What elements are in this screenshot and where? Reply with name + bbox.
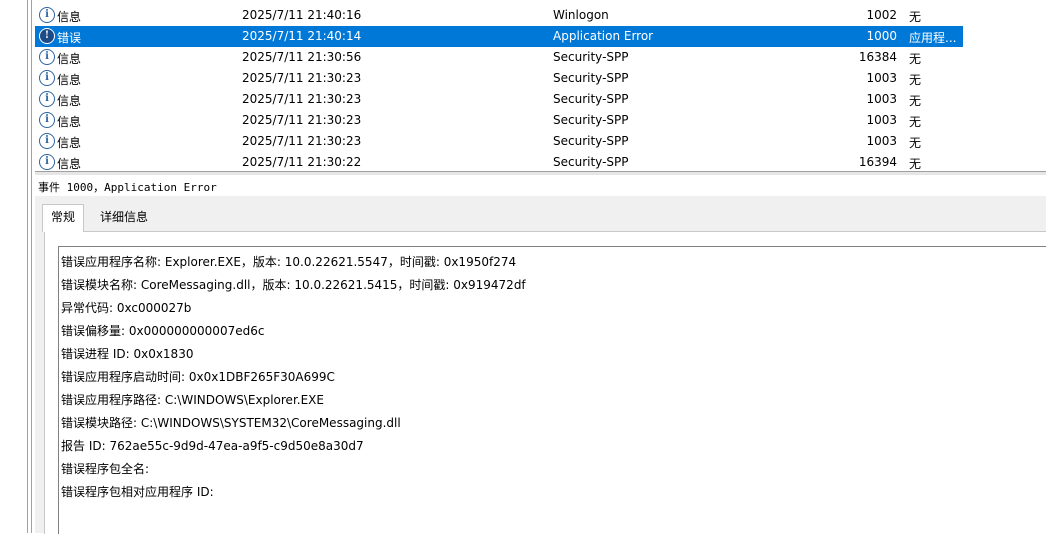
event-row[interactable]: i 信息 2025/7/11 21:30:23 Security-SPP 100… bbox=[35, 110, 963, 131]
event-row[interactable]: i 信息 2025/7/11 21:40:16 Winlogon 1002 无 bbox=[35, 5, 963, 26]
info-icon: i bbox=[39, 133, 55, 149]
message-line: 错误程序包全名: bbox=[61, 462, 150, 476]
event-date: 2025/7/11 21:40:16 bbox=[242, 8, 362, 22]
message-line: 错误应用程序名称: Explorer.EXE，版本: 10.0.22621.55… bbox=[61, 255, 517, 269]
event-id: 16394 bbox=[858, 155, 897, 169]
event-task-category: 无 bbox=[909, 52, 922, 66]
event-source: Application Error bbox=[553, 29, 654, 43]
event-level: 错误 bbox=[57, 31, 82, 45]
event-level: 信息 bbox=[57, 157, 82, 171]
message-line: 错误偏移量: 0x000000000007ed6c bbox=[61, 324, 265, 338]
event-level: 信息 bbox=[57, 52, 82, 66]
event-list: i 信息 2025/7/11 21:40:16 Winlogon 1002 无 … bbox=[35, 0, 1046, 172]
event-id: 1003 bbox=[866, 113, 897, 127]
event-date: 2025/7/11 21:30:23 bbox=[242, 134, 362, 148]
message-line: 错误应用程序路径: C:\WINDOWS\Explorer.EXE bbox=[61, 393, 324, 407]
message-line: 错误进程 ID: 0x0x1830 bbox=[61, 347, 194, 361]
pane-splitter[interactable] bbox=[35, 171, 1046, 175]
message-line: 报告 ID: 762ae55c-9d9d-47ea-a9f5-c9d50e8a3… bbox=[61, 439, 364, 453]
tab-details[interactable]: 详细信息 bbox=[92, 205, 157, 230]
event-task-category: 无 bbox=[909, 115, 922, 129]
event-row[interactable]: i 信息 2025/7/11 21:30:23 Security-SPP 100… bbox=[35, 89, 963, 110]
event-task-category: 无 bbox=[909, 94, 922, 108]
event-date: 2025/7/11 21:30:23 bbox=[242, 71, 362, 85]
event-row[interactable]: i 信息 2025/7/11 21:30:23 Security-SPP 100… bbox=[35, 68, 963, 89]
event-date: 2025/7/11 21:30:23 bbox=[242, 113, 362, 127]
event-row[interactable]: i 信息 2025/7/11 21:30:22 Security-SPP 163… bbox=[35, 152, 963, 172]
info-icon: i bbox=[39, 112, 55, 128]
info-icon: i bbox=[39, 7, 55, 23]
event-date: 2025/7/11 21:40:14 bbox=[242, 29, 362, 43]
event-detail-title: 事件 1000，Application Error bbox=[38, 181, 217, 194]
message-line: 错误模块名称: CoreMessaging.dll，版本: 10.0.22621… bbox=[61, 278, 526, 292]
event-date: 2025/7/11 21:30:56 bbox=[242, 50, 362, 64]
event-id: 16384 bbox=[858, 50, 897, 64]
event-source: Winlogon bbox=[553, 8, 609, 22]
event-date: 2025/7/11 21:30:23 bbox=[242, 92, 362, 106]
navigation-pane-edge bbox=[0, 0, 28, 533]
info-icon: i bbox=[39, 154, 55, 170]
message-line: 错误程序包相对应用程序 ID: bbox=[61, 485, 214, 499]
event-level: 信息 bbox=[57, 136, 82, 150]
event-source: Security-SPP bbox=[553, 50, 629, 64]
event-id: 1003 bbox=[866, 71, 897, 85]
event-level: 信息 bbox=[57, 73, 82, 87]
event-row[interactable]: i 信息 2025/7/11 21:30:23 Security-SPP 100… bbox=[35, 131, 963, 152]
event-source: Security-SPP bbox=[553, 113, 629, 127]
error-icon: ! bbox=[39, 28, 55, 44]
event-id: 1003 bbox=[866, 92, 897, 106]
info-icon: i bbox=[39, 49, 55, 65]
event-source: Security-SPP bbox=[553, 92, 629, 106]
event-source: Security-SPP bbox=[553, 71, 629, 85]
event-source: Security-SPP bbox=[553, 155, 629, 169]
event-task-category: 应用程... bbox=[909, 31, 957, 45]
event-id: 1000 bbox=[866, 29, 897, 43]
message-line: 错误模块路径: C:\WINDOWS\SYSTEM32\CoreMessagin… bbox=[61, 416, 401, 430]
event-level: 信息 bbox=[57, 94, 82, 108]
info-icon: i bbox=[39, 91, 55, 107]
event-id: 1002 bbox=[866, 8, 897, 22]
event-task-category: 无 bbox=[909, 136, 922, 150]
event-task-category: 无 bbox=[909, 73, 922, 87]
event-row[interactable]: i 信息 2025/7/11 21:30:56 Security-SPP 163… bbox=[35, 47, 963, 68]
event-source: Security-SPP bbox=[553, 134, 629, 148]
event-row-selected[interactable]: ! 错误 2025/7/11 21:40:14 Application Erro… bbox=[35, 26, 963, 47]
event-level: 信息 bbox=[57, 10, 82, 24]
info-icon: i bbox=[39, 70, 55, 86]
tab-general[interactable]: 常规 bbox=[42, 204, 85, 232]
message-line: 错误应用程序启动时间: 0x0x1DBF265F30A699C bbox=[61, 370, 335, 384]
event-task-category: 无 bbox=[909, 10, 922, 24]
event-level: 信息 bbox=[57, 115, 82, 129]
message-line: 异常代码: 0xc000027b bbox=[61, 301, 192, 315]
event-task-category: 无 bbox=[909, 157, 922, 171]
event-date: 2025/7/11 21:30:22 bbox=[242, 155, 362, 169]
event-id: 1003 bbox=[866, 134, 897, 148]
